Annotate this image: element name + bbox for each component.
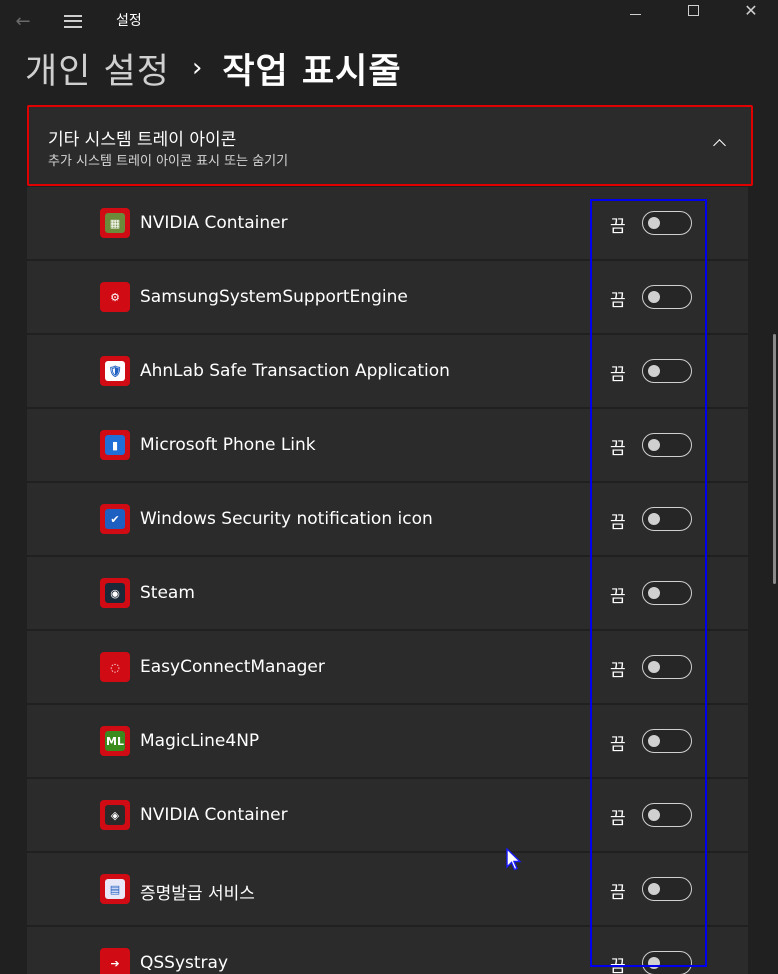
toggle-knob: [648, 809, 660, 821]
mouse-cursor-icon: [506, 848, 522, 871]
icon-glyph: ➔: [105, 953, 125, 973]
toggle-state-label: 끔: [610, 809, 626, 829]
app-name: EasyConnectManager: [140, 657, 325, 677]
certificate-service-icon: ▤: [100, 874, 130, 904]
icon-glyph: ✔: [105, 509, 125, 529]
steam-icon: ◉: [100, 578, 130, 608]
list-item: ◈ NVIDIA Container 끔: [27, 779, 748, 853]
app-name: Microsoft Phone Link: [140, 435, 316, 455]
maximize-icon[interactable]: [678, 0, 708, 20]
list-item: ➔ QSSystray 끔: [27, 927, 748, 974]
toggle-switch-4[interactable]: [642, 507, 692, 531]
toggle-knob: [648, 883, 660, 895]
toggle-state-label: 끔: [610, 365, 626, 385]
toggle-state-label: 끔: [610, 883, 626, 903]
toggle-knob: [648, 957, 660, 969]
breadcrumb-separator: ›: [191, 53, 203, 83]
app-name: MagicLine4NP: [140, 731, 260, 751]
toggle-state-label: 끔: [610, 217, 626, 237]
toggle-switch-6[interactable]: [642, 655, 692, 679]
icon-glyph: ⚙: [105, 287, 125, 307]
list-item: ⚙ SamsungSystemSupportEngine 끔: [27, 261, 748, 335]
app-name: AhnLab Safe Transaction Application: [140, 361, 450, 381]
breadcrumb: 개인 설정 › 작업 표시줄: [25, 44, 402, 92]
tray-icon-list: ▦ NVIDIA Container 끔 ⚙ SamsungSystemSupp…: [27, 187, 748, 974]
toggle-switch-1[interactable]: [642, 285, 692, 309]
toggle-knob: [648, 587, 660, 599]
toggle-knob: [648, 365, 660, 377]
toggle-state-label: 끔: [610, 735, 626, 755]
app-name: NVIDIA Container: [140, 213, 288, 233]
toggle-state-label: 끔: [610, 291, 626, 311]
toggle-switch-0[interactable]: [642, 211, 692, 235]
minimize-icon[interactable]: [620, 0, 650, 20]
scrollbar[interactable]: [773, 334, 776, 584]
other-tray-icons-expander[interactable]: 기타 시스템 트레이 아이콘 추가 시스템 트레이 아이콘 표시 또는 숨기기: [27, 105, 753, 186]
toggle-state-label: 끔: [610, 957, 626, 974]
hamburger-menu-icon[interactable]: [58, 6, 88, 36]
nvidia-logo-icon: ◈: [100, 800, 130, 830]
toggle-switch-3[interactable]: [642, 433, 692, 457]
toggle-switch-2[interactable]: [642, 359, 692, 383]
icon-glyph: ◈: [105, 805, 125, 825]
app-name: SamsungSystemSupportEngine: [140, 287, 408, 307]
icon-glyph: ▤: [105, 879, 125, 899]
toggle-switch-7[interactable]: [642, 729, 692, 753]
list-item: ▦ NVIDIA Container 끔: [27, 187, 748, 261]
app-name: NVIDIA Container: [140, 805, 288, 825]
app-title: 설정: [116, 13, 142, 29]
list-item: 🛡 AhnLab Safe Transaction Application 끔: [27, 335, 748, 409]
app-name: Steam: [140, 583, 195, 603]
toggle-switch-5[interactable]: [642, 581, 692, 605]
icon-glyph: ▦: [105, 213, 125, 233]
title-bar: ← 설정 ✕: [0, 0, 778, 40]
nvidia-container-icon: ▦: [100, 208, 130, 238]
breadcrumb-parent[interactable]: 개인 설정: [25, 43, 170, 94]
section-subtitle: 추가 시스템 트레이 아이콘 표시 또는 숨기기: [48, 154, 289, 169]
icon-glyph: ▮: [105, 435, 125, 455]
list-item: ◉ Steam 끔: [27, 557, 748, 631]
app-name: Windows Security notification icon: [140, 509, 433, 529]
phone-link-icon: ▮: [100, 430, 130, 460]
list-item: ▤ 증명발급 서비스 끔: [27, 853, 748, 927]
icon-glyph: 🛡: [105, 361, 125, 381]
toggle-switch-8[interactable]: [642, 803, 692, 827]
toggle-knob: [648, 439, 660, 451]
page-title: 작업 표시줄: [222, 51, 402, 92]
toggle-state-label: 끔: [610, 513, 626, 533]
toggle-switch-9[interactable]: [642, 877, 692, 901]
toggle-knob: [648, 217, 660, 229]
list-item: ✔ Windows Security notification icon 끔: [27, 483, 748, 557]
icon-glyph: ◉: [105, 583, 125, 603]
section-title: 기타 시스템 트레이 아이콘: [48, 130, 237, 150]
app-name: QSSystray: [140, 953, 229, 973]
toggle-knob: [648, 735, 660, 747]
toggle-state-label: 끔: [610, 661, 626, 681]
toggle-knob: [648, 661, 660, 673]
icon-glyph: ML: [105, 731, 125, 751]
list-item: ◌ EasyConnectManager 끔: [27, 631, 748, 705]
toggle-state-label: 끔: [610, 439, 626, 459]
windows-security-icon: ✔: [100, 504, 130, 534]
list-item: ML MagicLine4NP 끔: [27, 705, 748, 779]
qssystray-icon: ➔: [100, 948, 130, 974]
gear-icon: ⚙: [100, 282, 130, 312]
shield-icon: 🛡: [100, 356, 130, 386]
chevron-up-icon[interactable]: [713, 137, 725, 149]
list-item: ▮ Microsoft Phone Link 끔: [27, 409, 748, 483]
toggle-knob: [648, 513, 660, 525]
close-icon[interactable]: ✕: [736, 0, 766, 20]
back-arrow-icon[interactable]: ←: [8, 6, 38, 36]
toggle-knob: [648, 291, 660, 303]
toggle-switch-10[interactable]: [642, 951, 692, 974]
icon-glyph: ◌: [105, 657, 125, 677]
magicline-icon: ML: [100, 726, 130, 756]
easyconnect-icon: ◌: [100, 652, 130, 682]
app-name: 증명발급 서비스: [140, 884, 255, 904]
toggle-state-label: 끔: [610, 587, 626, 607]
